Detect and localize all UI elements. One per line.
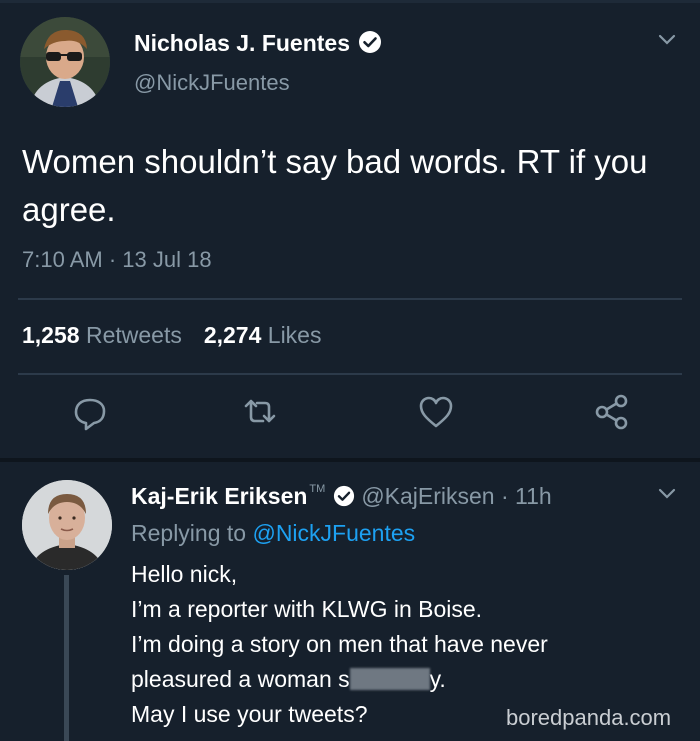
- tweet-text: Women shouldn’t say bad words. RT if you…: [22, 143, 648, 228]
- replying-to-label: Replying to: [131, 520, 247, 546]
- reply-line: I’m doing a story on men that have never: [131, 631, 548, 657]
- likes-label: Likes: [267, 322, 322, 348]
- tweet-timestamp[interactable]: 7:10 AM · 13 Jul 18: [22, 247, 212, 273]
- author-handle[interactable]: @NickJFuentes: [134, 70, 290, 96]
- share-icon[interactable]: [592, 392, 632, 432]
- verified-badge-icon: [333, 485, 355, 513]
- likes-count: 2,274: [203, 322, 262, 348]
- reply-line: I’m a reporter with KLWG in Boise.: [131, 596, 483, 622]
- tweet-separator: [0, 458, 700, 462]
- reply-author-name[interactable]: Kaj-Erik Eriksen: [131, 483, 307, 509]
- avatar[interactable]: [20, 17, 110, 107]
- tweet-stats: 1,258 Retweets 2,274 Likes: [22, 322, 321, 349]
- replying-to: Replying to @NickJFuentes: [131, 520, 415, 547]
- likes-stat[interactable]: 2,274 Likes: [204, 322, 322, 348]
- author-name[interactable]: Nicholas J. Fuentes: [134, 30, 382, 60]
- retweets-stat[interactable]: 1,258 Retweets: [22, 322, 182, 348]
- reply-line: pleasured a woman s y.: [131, 662, 671, 697]
- author-name-text[interactable]: Nicholas J. Fuentes: [134, 30, 350, 56]
- verified-badge-icon: [358, 30, 382, 60]
- reply-line-part: pleasured a woman s: [131, 666, 350, 692]
- chevron-down-icon[interactable]: [655, 32, 679, 53]
- thread-line: [64, 575, 69, 741]
- reply-icon[interactable]: [70, 392, 110, 432]
- mention-link[interactable]: @NickJFuentes: [252, 520, 415, 546]
- divider: [18, 373, 682, 375]
- retweet-icon[interactable]: [240, 392, 280, 432]
- reply-line: Hello nick,: [131, 561, 238, 587]
- chevron-down-icon[interactable]: [655, 486, 679, 507]
- tweet-actions: [0, 392, 700, 442]
- avatar[interactable]: [22, 480, 112, 570]
- reply-author-handle[interactable]: @KajEriksen · 11h: [361, 483, 551, 509]
- divider: [18, 298, 682, 300]
- censor-blur: [349, 668, 430, 690]
- like-icon[interactable]: [416, 392, 456, 432]
- trademark-badge: TM: [309, 483, 326, 495]
- reply-line-part: y.: [429, 666, 446, 692]
- retweets-count: 1,258: [22, 322, 80, 348]
- retweets-label: Retweets: [85, 322, 182, 348]
- watermark: boredpanda.com: [506, 705, 672, 730]
- reply-header: Kaj-Erik Eriksen TM @KajEriksen · 11h: [131, 483, 552, 513]
- main-tweet: Nicholas J. Fuentes @NickJFuentes Women …: [0, 0, 700, 458]
